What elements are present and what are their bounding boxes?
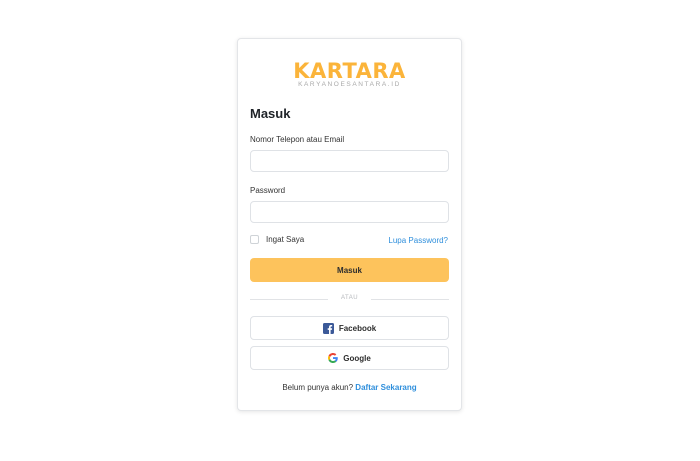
- signup-text: Belum punya akun?: [282, 383, 354, 392]
- identifier-label: Nomor Telepon atau Email: [250, 135, 345, 144]
- remember-me[interactable]: Ingat Saya: [250, 235, 304, 244]
- password-input[interactable]: [250, 201, 449, 223]
- facebook-label: Facebook: [338, 323, 377, 333]
- identifier-input[interactable]: [250, 150, 449, 172]
- login-card: KARTARA KARYANOESANTARA.ID Masuk Nomor T…: [237, 38, 462, 411]
- logo-text: KARTARA: [293, 59, 406, 83]
- or-divider: ATAU: [250, 294, 449, 304]
- remember-label: Ingat Saya: [266, 235, 305, 244]
- facebook-login-button[interactable]: Facebook: [250, 316, 449, 340]
- signup-link[interactable]: Daftar Sekarang: [355, 383, 416, 392]
- facebook-icon: [322, 322, 334, 334]
- login-button[interactable]: Masuk: [250, 258, 449, 282]
- signup-prompt: Belum punya akun? Daftar Sekarang: [238, 383, 461, 392]
- divider-label: ATAU: [340, 295, 359, 301]
- google-login-button[interactable]: Google: [250, 346, 449, 370]
- google-label: Google: [343, 353, 371, 363]
- logo: KARTARA KARYANOESANTARA.ID: [238, 60, 461, 89]
- divider-line-right: [371, 299, 449, 300]
- remember-checkbox[interactable]: [250, 235, 259, 244]
- form-title: Masuk: [250, 106, 291, 121]
- forgot-password-link[interactable]: Lupa Password?: [388, 236, 448, 245]
- logo-tagline: KARYANOESANTARA.ID: [298, 81, 401, 88]
- password-label: Password: [250, 186, 286, 195]
- google-icon: [328, 353, 339, 363]
